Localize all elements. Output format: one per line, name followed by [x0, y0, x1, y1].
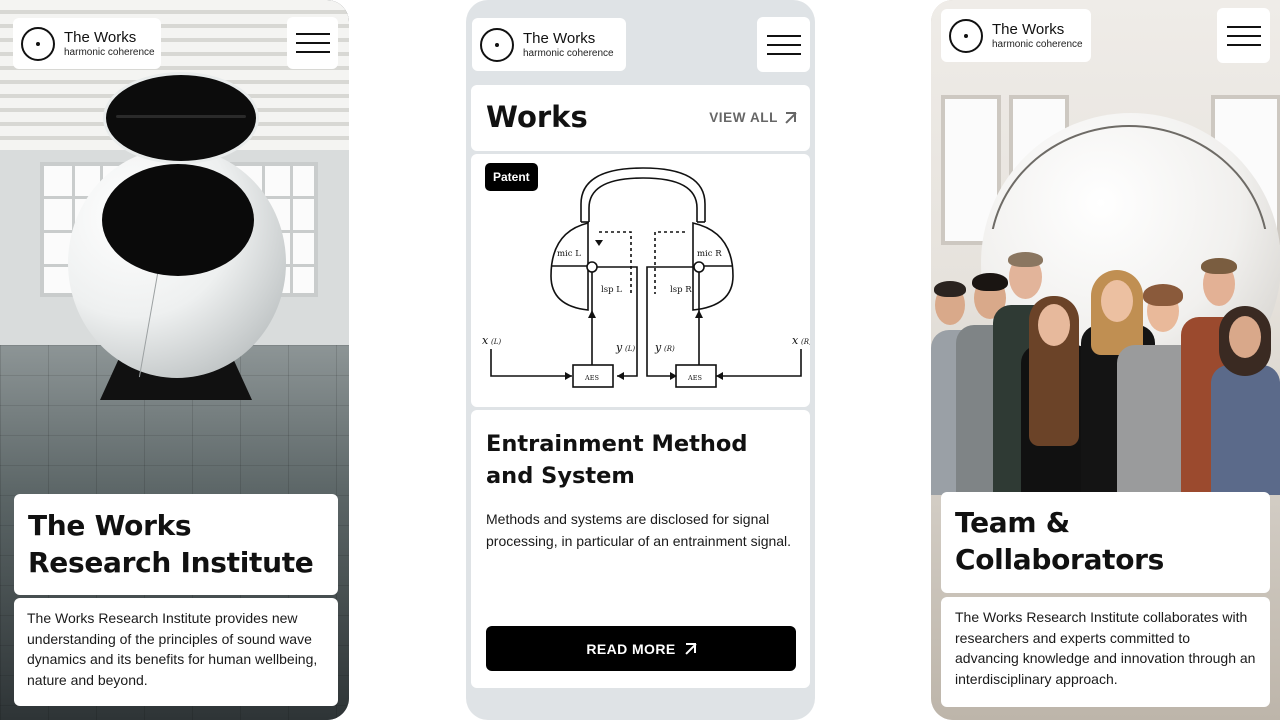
circle-dot-logo-icon [480, 27, 514, 62]
pod-opening [102, 164, 254, 276]
diagram-label-mic-left: mic L [557, 249, 581, 259]
brand-name: The Works [64, 28, 137, 46]
pod-lid [103, 72, 259, 164]
diagram-box-left: AES [584, 374, 599, 382]
diagram-label-y-left-sub: (L) [625, 345, 635, 353]
brand-tagline: harmonic coherence [992, 38, 1083, 50]
menu-button[interactable] [757, 17, 810, 72]
view-all-link[interactable]: VIEW ALL [709, 110, 796, 125]
read-more-label: READ MORE [586, 640, 676, 657]
site-logo[interactable]: The Works harmonic coherence [472, 18, 626, 71]
patent-image-card[interactable]: mic L mic R lsp L lsp R x (L) x (R) y (L… [471, 154, 810, 407]
page-title: Team & Collaborators [955, 506, 1165, 576]
view-all-label: VIEW ALL [709, 110, 778, 125]
diagram-label-x-left: x [482, 334, 489, 347]
brand-tagline: harmonic coherence [523, 47, 614, 59]
brand-name: The Works [992, 20, 1065, 38]
diagram-label-y-right: y [654, 341, 662, 354]
diagram-label-y-left: y [615, 341, 623, 354]
hero-description-card: The Works Research Institute provides ne… [14, 598, 338, 706]
page-description: The Works Research Institute provides ne… [27, 610, 318, 688]
team-member [1211, 306, 1280, 495]
brand-tagline: harmonic coherence [64, 46, 155, 58]
page-description: The Works Research Institute collaborate… [955, 609, 1256, 687]
hamburger-menu-icon [766, 34, 801, 37]
brand-name: The Works [523, 29, 596, 47]
work-item-title: Entrainment Method and System [486, 431, 748, 489]
hero-title-card: The Works Research Institute [14, 494, 338, 595]
menu-button[interactable] [287, 17, 338, 69]
team-description-card: The Works Research Institute collaborate… [941, 597, 1270, 707]
team-screen: The Works harmonic coherence Team & Coll… [931, 0, 1280, 720]
patent-badge: Patent [485, 163, 538, 191]
work-item-description: Methods and systems are disclosed for si… [486, 511, 792, 549]
research-institute-screen: The Works harmonic coherence The Works R… [0, 0, 349, 720]
diagram-label-mic-right: mic R [697, 249, 722, 259]
diagram-label-x-left-sub: (L) [491, 338, 501, 346]
patent-diagram: mic L mic R lsp L lsp R x (L) x (R) y (L… [482, 167, 810, 388]
page-title: The Works Research Institute [28, 509, 314, 579]
works-screen: The Works harmonic coherence Works VIEW … [466, 0, 815, 720]
hamburger-menu-icon [295, 33, 330, 35]
diagram-label-y-right-sub: (R) [664, 345, 675, 353]
diagram-box-right: AES [687, 374, 702, 382]
read-more-button[interactable]: READ MORE [486, 626, 796, 671]
circle-dot-logo-icon [21, 26, 55, 61]
works-header-card: Works VIEW ALL [471, 85, 810, 151]
arrow-up-right-icon [784, 111, 796, 124]
diagram-label-lsp-left: lsp L [601, 285, 622, 295]
diagram-label-x-right-sub: (R) [801, 338, 810, 346]
site-logo[interactable]: The Works harmonic coherence [941, 9, 1091, 62]
menu-button[interactable] [1217, 8, 1270, 63]
hamburger-menu-icon [1226, 25, 1261, 28]
diagram-label-lsp-right: lsp R [670, 285, 692, 295]
diagram-label-x-right: x [792, 334, 799, 347]
arrow-up-right-icon [684, 642, 696, 655]
site-logo[interactable]: The Works harmonic coherence [13, 18, 161, 69]
work-item-card: Entrainment Method and System Methods an… [471, 410, 810, 688]
team-title-card: Team & Collaborators [941, 492, 1270, 593]
circle-dot-logo-icon [949, 18, 983, 53]
